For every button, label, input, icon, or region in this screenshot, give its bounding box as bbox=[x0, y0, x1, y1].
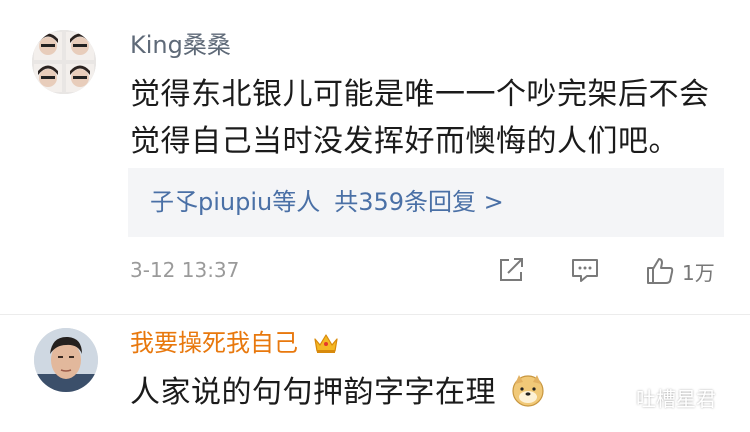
comment-item: 我要操死我自己 人家说的句句押韵字字在理 bbox=[0, 314, 750, 432]
like-button[interactable]: 1万 bbox=[644, 255, 715, 287]
wechat-icon bbox=[599, 386, 627, 408]
replies-preview[interactable]: 子孓piupiu等人 共359条回复 > bbox=[128, 168, 724, 237]
timestamp: 3-12 13:37 bbox=[130, 258, 240, 282]
avatar[interactable] bbox=[32, 30, 96, 94]
thumbs-up-icon bbox=[647, 258, 674, 284]
reply-users: 子孓piupiu等人 bbox=[150, 188, 321, 216]
username-text: 我要操死我自己 bbox=[130, 329, 298, 357]
comment-item: King桑桑 觉得东北银儿可能是唯一一个吵完架后不会 觉得自己当时没发挥好而懊悔… bbox=[0, 0, 750, 314]
share-icon bbox=[500, 258, 523, 281]
share-button[interactable] bbox=[496, 255, 526, 289]
comment-icon bbox=[572, 259, 598, 282]
comment-line: 人家说的句句押韵字字在理 bbox=[130, 375, 496, 410]
username[interactable]: 我要操死我自己 bbox=[130, 328, 340, 358]
watermark-text: 吐槽星君 bbox=[636, 387, 716, 411]
reply-button[interactable] bbox=[570, 255, 600, 289]
watermark: 吐槽星君 bbox=[598, 383, 716, 412]
like-count: 1万 bbox=[682, 260, 715, 285]
comment-text: 觉得东北银儿可能是唯一一个吵完架后不会 觉得自己当时没发挥好而懊悔的人们吧。 bbox=[130, 71, 710, 165]
reply-count: 共359条回复 > bbox=[334, 188, 504, 216]
doge-icon bbox=[512, 375, 544, 407]
username[interactable]: King桑桑 bbox=[130, 30, 231, 60]
avatar[interactable] bbox=[34, 328, 98, 392]
replies-link[interactable]: 子孓piupiu等人 共359条回复 > bbox=[150, 187, 504, 217]
crown-icon bbox=[314, 334, 338, 353]
comment-line: 觉得东北银儿可能是唯一一个吵完架后不会 bbox=[130, 77, 710, 112]
comment-text: 人家说的句句押韵字字在理 bbox=[130, 369, 546, 416]
comment-line: 觉得自己当时没发挥好而懊悔的人们吧。 bbox=[130, 124, 679, 159]
